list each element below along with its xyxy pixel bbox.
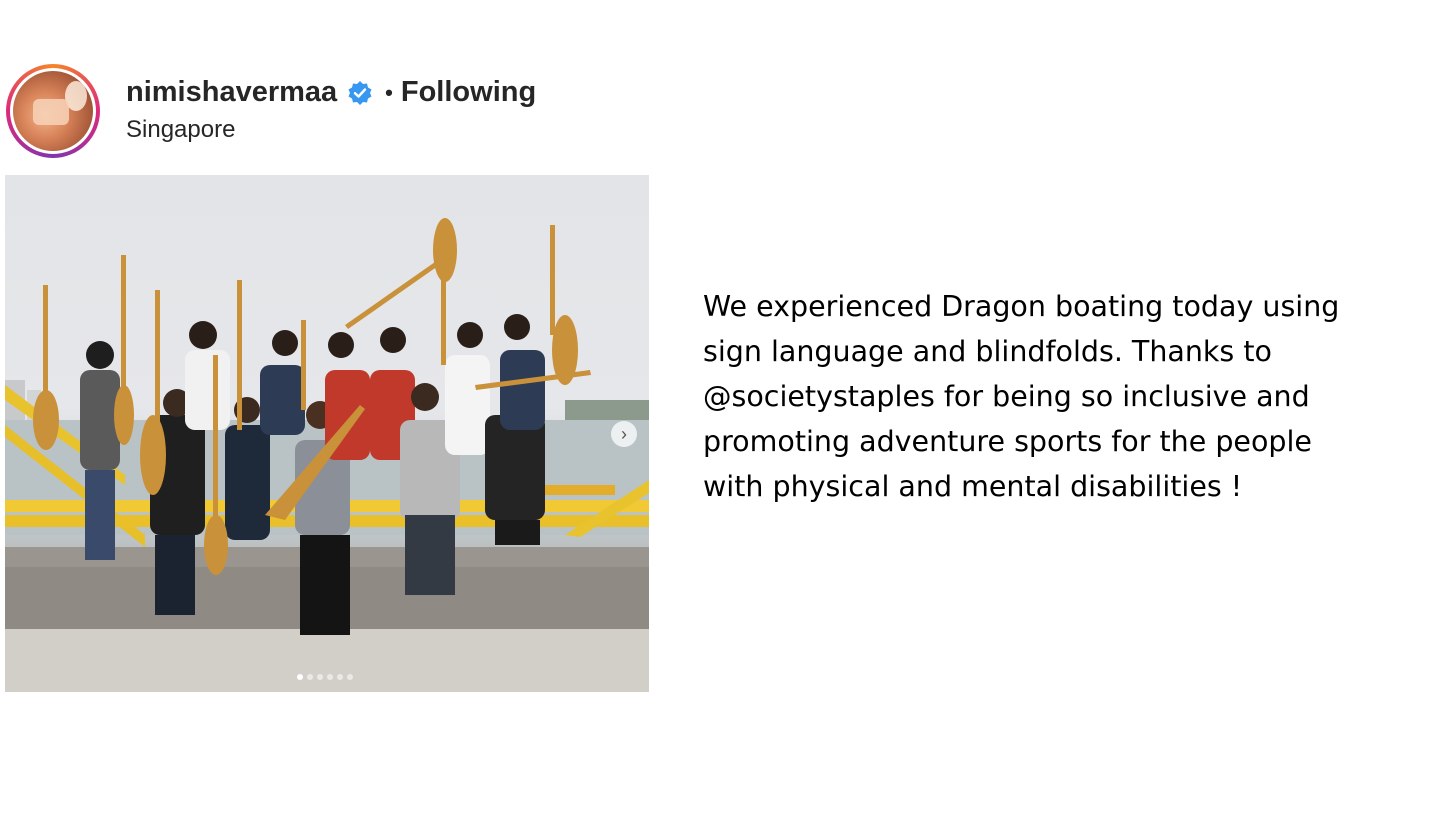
carousel-dot <box>347 674 353 680</box>
carousel-dot <box>297 674 303 680</box>
chevron-right-icon: › <box>621 424 627 444</box>
carousel-dot <box>307 674 313 680</box>
carousel-dot <box>327 674 333 680</box>
caption-line: We experienced Dragon boating today usin… <box>703 290 1340 323</box>
username-row: nimishavermaa • Following <box>126 76 536 109</box>
profile-avatar[interactable] <box>13 71 93 151</box>
post-photo[interactable]: › <box>5 175 649 692</box>
carousel-dot <box>337 674 343 680</box>
verified-badge-icon <box>347 80 373 106</box>
caption-line: promoting adventure sports for the peopl… <box>703 425 1312 458</box>
page: nimishavermaa • Following Singapore › We… <box>0 0 1437 837</box>
username-link[interactable]: nimishavermaa <box>126 76 337 109</box>
group-photo-illustration <box>5 218 649 692</box>
caption-line: @societystaples for being so inclusive a… <box>703 380 1310 413</box>
carousel-dot <box>317 674 323 680</box>
following-button[interactable]: Following <box>401 76 536 109</box>
next-photo-button[interactable]: › <box>611 421 637 447</box>
caption-line: with physical and mental disabilities ! <box>703 470 1243 503</box>
post-header: nimishavermaa • Following Singapore <box>6 62 566 162</box>
story-ring[interactable] <box>6 64 100 158</box>
separator-dot: • <box>385 79 393 105</box>
location-link[interactable]: Singapore <box>126 116 235 144</box>
caption-line: sign language and blindfolds. Thanks to <box>703 335 1272 368</box>
post-caption: We experienced Dragon boating today usin… <box>703 284 1403 509</box>
carousel-indicator <box>297 674 353 680</box>
